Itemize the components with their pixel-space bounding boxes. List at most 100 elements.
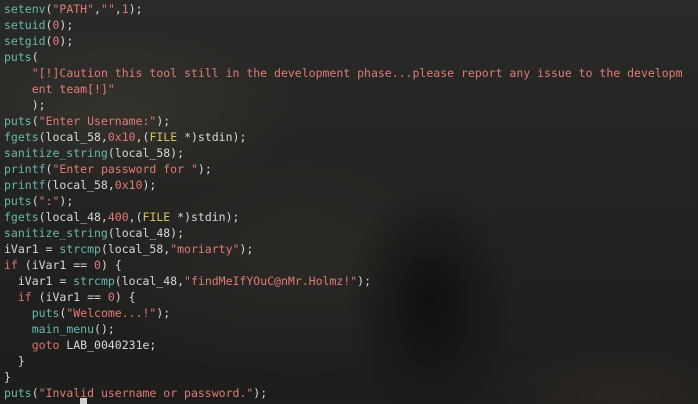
code-token: (local_48, xyxy=(114,274,185,288)
code-token: ( xyxy=(31,114,39,128)
code-token: ); xyxy=(59,18,74,32)
code-token: ); xyxy=(128,2,143,16)
function-token: printf xyxy=(4,162,46,176)
code-token: iVar1 = xyxy=(4,274,74,288)
code-line[interactable]: sanitize_string(local_48); xyxy=(4,225,683,241)
code-token: ( xyxy=(31,194,39,208)
number-token: 0x10 xyxy=(107,130,136,144)
number-token: 0 xyxy=(94,258,101,272)
code-token: ); xyxy=(142,178,157,192)
function-token: fgets xyxy=(4,210,39,224)
code-token: (iVar1 == xyxy=(31,290,108,304)
function-token: sanitize_string xyxy=(4,226,108,240)
function-token: puts xyxy=(31,306,60,320)
code-line[interactable]: puts("Invalid username or password."); xyxy=(4,385,683,401)
code-line[interactable]: if (iVar1 == 0) { xyxy=(4,257,683,273)
function-token: puts xyxy=(4,194,32,208)
function-token: main_menu xyxy=(31,322,95,336)
code-line[interactable]: puts(":"); xyxy=(4,193,683,209)
code-token: } xyxy=(4,354,25,368)
string-token: ent team[!]" xyxy=(31,82,115,96)
code-line[interactable]: printf(local_58,0x10); xyxy=(4,177,683,193)
code-token: iVar1 = xyxy=(4,242,60,256)
code-token: ( xyxy=(31,386,39,400)
code-line[interactable]: } xyxy=(4,353,683,369)
code-token: ); xyxy=(357,274,371,288)
function-token: puts xyxy=(4,114,32,128)
number-token: 0x10 xyxy=(114,178,143,192)
code-token: (); xyxy=(94,322,115,336)
string-token: "[!]Caution this tool still in the devel… xyxy=(31,66,683,80)
code-line[interactable]: iVar1 = strcmp(local_48,"findMeIfYOuC@nM… xyxy=(4,273,683,289)
code-line[interactable]: sanitize_string(local_58); xyxy=(4,145,683,161)
keyword-token: goto xyxy=(31,338,60,352)
number-token: 1 xyxy=(121,2,129,16)
keyword-token: if xyxy=(4,258,18,272)
code-line[interactable]: setgid(0); xyxy=(4,33,683,49)
function-token: printf xyxy=(4,178,46,192)
code-token: (local_58, xyxy=(45,178,115,192)
code-line[interactable]: goto LAB_0040231e; xyxy=(4,337,683,353)
code-line[interactable]: ent team[!]" xyxy=(4,81,683,97)
code-token: ); xyxy=(156,306,171,320)
string-token: "Enter password for " xyxy=(52,162,198,176)
function-token: fgets xyxy=(4,130,39,144)
code-line[interactable]: puts("Welcome...!"); xyxy=(4,305,683,321)
code-token: (local_48); xyxy=(107,226,185,240)
code-token: ); xyxy=(59,194,74,208)
number-token: 0 xyxy=(107,290,115,304)
function-token: sanitize_string xyxy=(4,146,108,160)
string-token: ":" xyxy=(38,194,60,208)
code-line[interactable]: fgets(local_48,400,(FILE *)stdin); xyxy=(4,209,683,225)
number-token: 400 xyxy=(107,210,129,224)
string-token: "Welcome...!" xyxy=(66,306,157,320)
function-token: strcmp xyxy=(73,274,115,288)
code-line[interactable]: iVar1 = strcmp(local_58,"moriarty"); xyxy=(4,241,683,257)
code-token: ); xyxy=(197,162,212,176)
code-token: LAB_0040231e; xyxy=(59,338,157,352)
code-token: ) { xyxy=(114,290,136,304)
code-token: (iVar1 == xyxy=(17,258,95,272)
code-line[interactable]: fgets(local_58,0x10,(FILE *)stdin); xyxy=(4,129,683,145)
code-token: ); xyxy=(253,386,268,400)
decompiled-code-view[interactable]: setenv("PATH","",1); setuid(0); setgid(0);… xyxy=(4,1,683,401)
code-token: } xyxy=(4,370,11,384)
code-line[interactable]: puts("Enter Username:"); xyxy=(4,113,683,129)
code-line[interactable]: printf("Enter password for "); xyxy=(4,161,683,177)
code-token: (local_58); xyxy=(107,146,185,160)
code-line[interactable]: ); xyxy=(4,97,683,113)
code-line[interactable]: main_menu(); xyxy=(4,321,683,337)
text-cursor xyxy=(80,398,87,404)
function-token: setgid xyxy=(4,34,46,48)
code-token: (local_58, xyxy=(38,130,108,144)
code-line[interactable]: setenv("PATH","",1); xyxy=(4,1,683,17)
function-token: puts xyxy=(4,50,32,64)
code-token: (local_58, xyxy=(100,242,171,256)
code-line[interactable]: } xyxy=(4,369,683,385)
string-token: "" xyxy=(100,2,115,16)
keyword-token: if xyxy=(17,290,32,304)
function-token: puts xyxy=(4,386,32,400)
function-token: setenv xyxy=(4,2,46,16)
code-line[interactable]: puts( xyxy=(4,49,683,65)
code-line[interactable]: "[!]Caution this tool still in the devel… xyxy=(4,65,683,81)
code-line[interactable]: if (iVar1 == 0) { xyxy=(4,289,683,305)
code-token: (local_48, xyxy=(38,210,108,224)
type-token: FILE xyxy=(142,210,171,224)
code-token: ) { xyxy=(100,258,122,272)
string-token: "Enter Username:" xyxy=(38,114,157,128)
string-token: "Invalid username or password." xyxy=(38,386,254,400)
code-token: ); xyxy=(31,98,46,112)
string-token: "findMeIfYOuC@nMr.Holmz!" xyxy=(184,274,358,288)
code-token: ( xyxy=(31,50,39,64)
code-line[interactable]: setuid(0); xyxy=(4,17,683,33)
string-token: "moriarty" xyxy=(170,242,240,256)
string-token: "PATH" xyxy=(52,2,95,16)
